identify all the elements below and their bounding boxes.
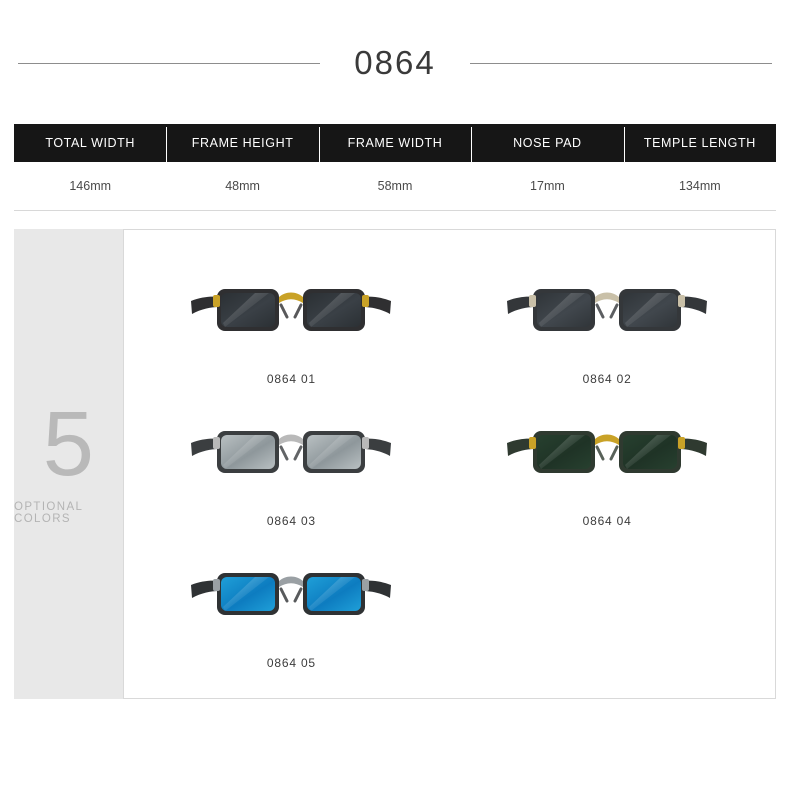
sunglasses-image xyxy=(191,573,392,615)
spec-header-nose-pad: NOSE PAD xyxy=(471,127,623,183)
variant-caption: 0864 04 xyxy=(582,514,632,528)
variant-caption: 0864 05 xyxy=(266,656,316,670)
sunglasses-image xyxy=(507,289,708,331)
optional-colors-label: OPTIONAL COLORS xyxy=(14,501,83,526)
variant-thumbnail[interactable] xyxy=(183,398,399,506)
variant-item[interactable]: 0864 02 xyxy=(449,248,765,390)
spec-values-row: 146mm 48mm 58mm 17mm 134mm xyxy=(14,162,776,211)
variant-item[interactable]: 0864 01 xyxy=(134,248,450,390)
sunglasses-image xyxy=(191,289,392,331)
spec-value-frame-width: 58mm xyxy=(377,179,413,193)
sunglasses-image xyxy=(191,431,392,473)
variant-item[interactable]: 0864 03 xyxy=(134,390,450,532)
title-rule-left xyxy=(18,62,321,64)
product-spec-page: 0864 TOTAL WIDTH FRAME HEIGHT FRAME WIDT… xyxy=(0,44,790,788)
variant-grid-panel: 0864 01 0864 02 0864 03 0864 04 0864 05 xyxy=(122,229,776,699)
variant-caption: 0864 01 xyxy=(266,372,316,386)
variant-caption: 0864 02 xyxy=(582,372,632,386)
variant-caption: 0864 03 xyxy=(266,514,316,528)
sunglasses-image xyxy=(507,431,708,473)
spec-value-total-width: 146mm xyxy=(69,179,112,193)
spec-header-bar: TOTAL WIDTH FRAME HEIGHT FRAME WIDTH NOS… xyxy=(14,124,776,183)
variant-thumbnail[interactable] xyxy=(183,256,399,364)
spec-value-temple-length: 134mm xyxy=(678,179,721,193)
page-title-row: 0864 xyxy=(0,44,790,82)
spec-header-total-width: TOTAL WIDTH xyxy=(45,136,136,150)
spec-value-nose-pad: 17mm xyxy=(530,179,565,193)
page-title: 0864 xyxy=(354,44,436,81)
variant-item[interactable]: 0864 05 xyxy=(134,532,450,674)
variant-grid: 0864 01 0864 02 0864 03 0864 04 0864 05 xyxy=(134,248,765,674)
colors-section: 5 OPTIONAL COLORS 0864 01 0864 02 0864 0… xyxy=(14,229,776,699)
optional-colors-count: 5 xyxy=(42,392,94,495)
variant-thumbnail[interactable] xyxy=(183,540,399,648)
spec-header-temple-length: TEMPLE LENGTH xyxy=(623,127,776,183)
variant-thumbnail[interactable] xyxy=(499,398,715,506)
title-rule-right xyxy=(469,62,773,64)
spec-header-frame-height: FRAME HEIGHT xyxy=(166,127,318,183)
spec-header-frame-width: FRAME WIDTH xyxy=(318,127,471,183)
spec-value-frame-height: 48mm xyxy=(225,179,260,193)
variant-item[interactable]: 0864 04 xyxy=(449,390,765,532)
optional-colors-badge: 5 OPTIONAL COLORS xyxy=(14,229,123,699)
variant-thumbnail[interactable] xyxy=(499,256,715,364)
